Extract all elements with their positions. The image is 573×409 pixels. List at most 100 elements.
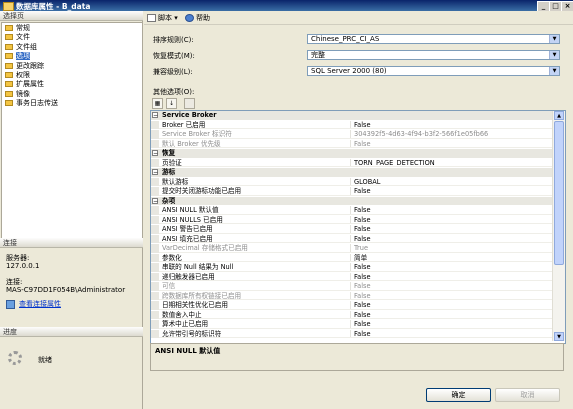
collapse-icon[interactable]: −: [152, 150, 158, 157]
property-pages-icon[interactable]: [184, 98, 195, 109]
row-gutter: [151, 310, 159, 320]
row-gutter: [151, 206, 159, 215]
scroll-down-icon[interactable]: ▼: [554, 332, 564, 341]
property-grid: − Service Broker Broker 已启用 False Service Br…: [150, 110, 566, 344]
property-row[interactable]: 日期相关性优化已启用 False: [151, 301, 552, 310]
connection-value: MAS-C97DD1F054B\Administrator: [6, 286, 126, 294]
ok-button[interactable]: 确定: [426, 388, 491, 402]
collapse-icon[interactable]: −: [152, 112, 158, 119]
property-row[interactable]: 算术中止已启用 False: [151, 320, 552, 329]
row-gutter: [151, 130, 159, 139]
page-item[interactable]: 更改跟踪: [5, 62, 44, 71]
row-gutter: [151, 263, 159, 272]
row-gutter: [151, 320, 159, 329]
property-row[interactable]: 递归触发器已启用 False: [151, 272, 552, 282]
script-icon: [147, 14, 156, 22]
cancel-button[interactable]: 取消: [495, 388, 560, 402]
script-dropdown-icon[interactable]: ▾: [174, 14, 178, 22]
property-row[interactable]: ANSI NULLS 已启用 False: [151, 215, 552, 225]
row-gutter: [151, 253, 159, 263]
page-icon: [5, 62, 13, 69]
property-row[interactable]: 默认 Broker 优先级 False: [151, 139, 552, 149]
left-pane: 选择页 常规 文件 文件组 选项 更改跟踪 权限 扩展属性 镜像 事务日志传送 连接 服务器: …: [0, 11, 143, 409]
property-row[interactable]: ANSI 填充已启用 False: [151, 234, 552, 244]
page-item[interactable]: 常规: [5, 24, 30, 33]
help-label: 帮助: [196, 14, 210, 22]
recovery-model-dropdown[interactable]: 完整 ▼: [307, 50, 560, 60]
script-button[interactable]: 脚本 ▾: [147, 13, 178, 23]
select-page-header: 选择页: [0, 11, 143, 21]
page-icon: [5, 34, 13, 41]
other-options-label: 其他选项(O):: [153, 88, 195, 96]
row-gutter: [151, 272, 159, 282]
property-category[interactable]: − 恢复: [151, 149, 552, 158]
property-name: Service Broker: [162, 111, 217, 119]
page-icon: [5, 72, 13, 78]
property-name: 杂项: [162, 196, 176, 205]
scrollbar-thumb[interactable]: [554, 121, 564, 265]
collapse-icon[interactable]: −: [152, 169, 158, 176]
server-value: 127.0.0.1: [6, 262, 40, 270]
page-item-label: 扩展属性: [16, 80, 44, 89]
view-connection-label: 查看连接属性: [19, 300, 61, 308]
collapse-icon[interactable]: −: [152, 197, 158, 204]
property-row[interactable]: 页验证 TORN_PAGE_DETECTION: [151, 158, 552, 168]
row-gutter: [151, 301, 159, 310]
property-category[interactable]: − 游标: [151, 168, 552, 177]
property-row[interactable]: ANSI NULL 默认值 False: [151, 206, 552, 215]
toolbar: 脚本 ▾ 帮助: [144, 11, 573, 25]
property-row[interactable]: 参数化 简单: [151, 253, 552, 263]
collation-value: Chinese_PRC_CI_AS: [311, 35, 380, 43]
page-item[interactable]: 选项: [5, 52, 30, 61]
recovery-model-label: 恢复模式(M):: [153, 52, 195, 60]
page-item-label: 权限: [16, 71, 30, 79]
page-item-label: 文件组: [16, 42, 37, 51]
categorized-view-icon[interactable]: ▦: [152, 98, 163, 109]
property-category[interactable]: − Service Broker: [151, 111, 552, 120]
sort-alphabetical-icon[interactable]: ↓: [166, 98, 177, 109]
page-item[interactable]: 扩展属性: [5, 80, 44, 89]
compatibility-level-label: 兼容级别(L):: [153, 68, 193, 76]
page-item[interactable]: 镜像: [5, 90, 30, 99]
page-item[interactable]: 权限: [5, 71, 30, 80]
row-gutter: [151, 215, 159, 225]
row-gutter: [151, 158, 159, 168]
property-row[interactable]: Broker 已启用 False: [151, 120, 552, 130]
page-item[interactable]: 文件: [5, 33, 30, 42]
page-item[interactable]: 文件组: [5, 43, 37, 52]
compatibility-level-dropdown[interactable]: SQL Server 2000 (80) ▼: [307, 66, 560, 76]
property-row[interactable]: 可信 False: [151, 282, 552, 291]
vertical-scrollbar[interactable]: ▲ ▼: [552, 111, 565, 341]
property-row[interactable]: 数值舍入中止 False: [151, 310, 552, 320]
row-gutter: [151, 329, 159, 339]
property-category[interactable]: − 杂项: [151, 196, 552, 206]
page-item-label: 更改跟踪: [16, 61, 44, 70]
property-row[interactable]: ANSI 警告已启用 False: [151, 225, 552, 234]
page-icon: [5, 53, 13, 60]
row-gutter: [151, 244, 159, 253]
chevron-down-icon: ▼: [549, 35, 559, 43]
property-row[interactable]: 跨数据库所有权链接已启用 False: [151, 291, 552, 301]
progress-status: 就绪: [38, 356, 52, 364]
property-row[interactable]: 允许带引号的标识符 False: [151, 329, 552, 339]
chevron-down-icon: ▼: [549, 51, 559, 59]
collation-dropdown[interactable]: Chinese_PRC_CI_AS ▼: [307, 34, 560, 44]
help-button[interactable]: 帮助: [185, 13, 210, 23]
property-row[interactable]: 提交时关闭游标功能已启用 False: [151, 187, 552, 196]
chevron-down-icon: ▼: [549, 67, 559, 75]
page-item[interactable]: 事务日志传送: [5, 99, 58, 108]
row-gutter: [151, 177, 159, 187]
property-description: ANSI NULL 默认值: [150, 343, 564, 371]
scroll-up-icon[interactable]: ▲: [554, 111, 564, 120]
view-connection-properties-link[interactable]: 查看连接属性: [6, 299, 61, 309]
row-gutter: [151, 120, 159, 130]
property-row[interactable]: VarDecimal 存储格式已启用 True: [151, 244, 552, 253]
page-icon: [5, 81, 13, 88]
property-row[interactable]: 默认游标 GLOBAL: [151, 177, 552, 187]
property-row[interactable]: Service Broker 标识符 304392f5-4d63-4f94-b3f…: [151, 130, 552, 139]
collation-label: 排序规则(C):: [153, 36, 194, 44]
page-item-label: 选项: [16, 52, 30, 61]
page-icon: [5, 25, 13, 31]
property-row[interactable]: 串联的 Null 结果为 Null False: [151, 263, 552, 272]
page-icon: [5, 90, 13, 97]
